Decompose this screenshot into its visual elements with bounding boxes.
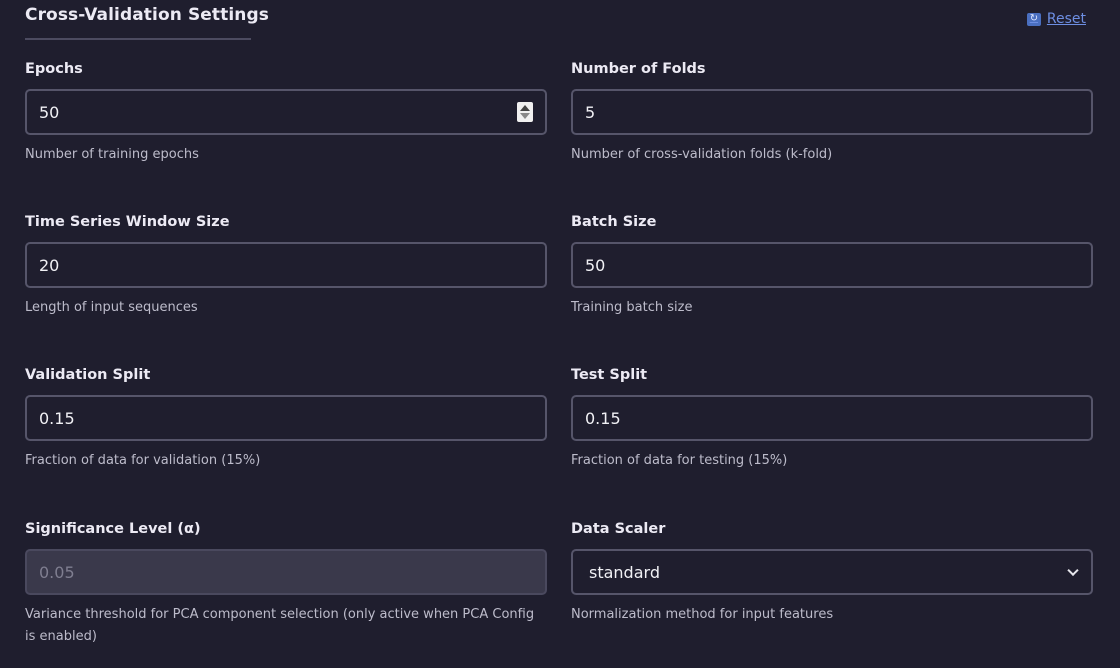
section-title: Cross-Validation Settings <box>25 5 269 25</box>
refresh-icon: ↻ <box>1026 12 1041 26</box>
batch-size-input[interactable]: 50 <box>571 242 1093 288</box>
validation-split-value: 0.15 <box>39 408 75 428</box>
field-epochs: Epochs 50 Number of training epochs <box>25 58 547 166</box>
epochs-value: 50 <box>39 102 60 122</box>
field-folds: Number of Folds 5 Number of cross-valida… <box>571 58 1093 166</box>
field-window-size: Time Series Window Size 20 Length of inp… <box>25 211 547 319</box>
window-size-help: Length of input sequences <box>25 300 198 315</box>
test-split-input[interactable]: 0.15 <box>571 395 1093 441</box>
test-split-label: Test Split <box>571 367 648 383</box>
field-significance-level: Significance Level (α) 0.05 Variance thr… <box>25 518 547 648</box>
field-data-scaler: Data Scaler standard Normalization metho… <box>571 518 1093 626</box>
epochs-label: Epochs <box>25 61 83 77</box>
decrement-arrow-icon[interactable] <box>520 113 530 119</box>
folds-value: 5 <box>585 102 596 122</box>
folds-label: Number of Folds <box>571 61 706 77</box>
field-test-split: Test Split 0.15 Fraction of data for tes… <box>571 364 1093 472</box>
window-size-label: Time Series Window Size <box>25 214 230 230</box>
title-underline <box>25 38 251 40</box>
field-validation-split: Validation Split 0.15 Fraction of data f… <box>25 364 547 472</box>
significance-level-label: Significance Level (α) <box>25 521 201 537</box>
data-scaler-value: standard <box>589 562 660 582</box>
epochs-stepper[interactable] <box>517 102 533 122</box>
window-size-value: 20 <box>39 255 60 275</box>
test-split-value: 0.15 <box>585 408 621 428</box>
folds-help: Number of cross-validation folds (k-fold… <box>571 147 833 162</box>
field-batch-size: Batch Size 50 Training batch size <box>571 211 1093 319</box>
validation-split-input[interactable]: 0.15 <box>25 395 547 441</box>
validation-split-help: Fraction of data for validation (15%) <box>25 453 261 468</box>
epochs-help: Number of training epochs <box>25 147 199 162</box>
test-split-help: Fraction of data for testing (15%) <box>571 453 788 468</box>
significance-level-value: 0.05 <box>39 562 75 582</box>
window-size-input[interactable]: 20 <box>25 242 547 288</box>
reset-label: Reset <box>1046 11 1086 27</box>
increment-arrow-icon[interactable] <box>520 105 530 111</box>
folds-input[interactable]: 5 <box>571 89 1093 135</box>
data-scaler-select[interactable]: standard <box>571 549 1093 595</box>
epochs-input[interactable]: 50 <box>25 89 547 135</box>
cross-validation-panel: Cross-Validation Settings ↻ Reset Epochs… <box>0 0 1120 668</box>
batch-size-value: 50 <box>585 255 606 275</box>
validation-split-label: Validation Split <box>25 367 151 383</box>
batch-size-help: Training batch size <box>571 300 693 315</box>
reset-button[interactable]: ↻ Reset <box>1026 11 1086 27</box>
data-scaler-label: Data Scaler <box>571 521 666 537</box>
batch-size-label: Batch Size <box>571 214 657 230</box>
data-scaler-help: Normalization method for input features <box>571 607 834 622</box>
significance-level-input: 0.05 <box>25 549 547 595</box>
chevron-down-icon <box>1067 564 1079 577</box>
significance-level-help: Variance threshold for PCA component sel… <box>25 607 535 644</box>
